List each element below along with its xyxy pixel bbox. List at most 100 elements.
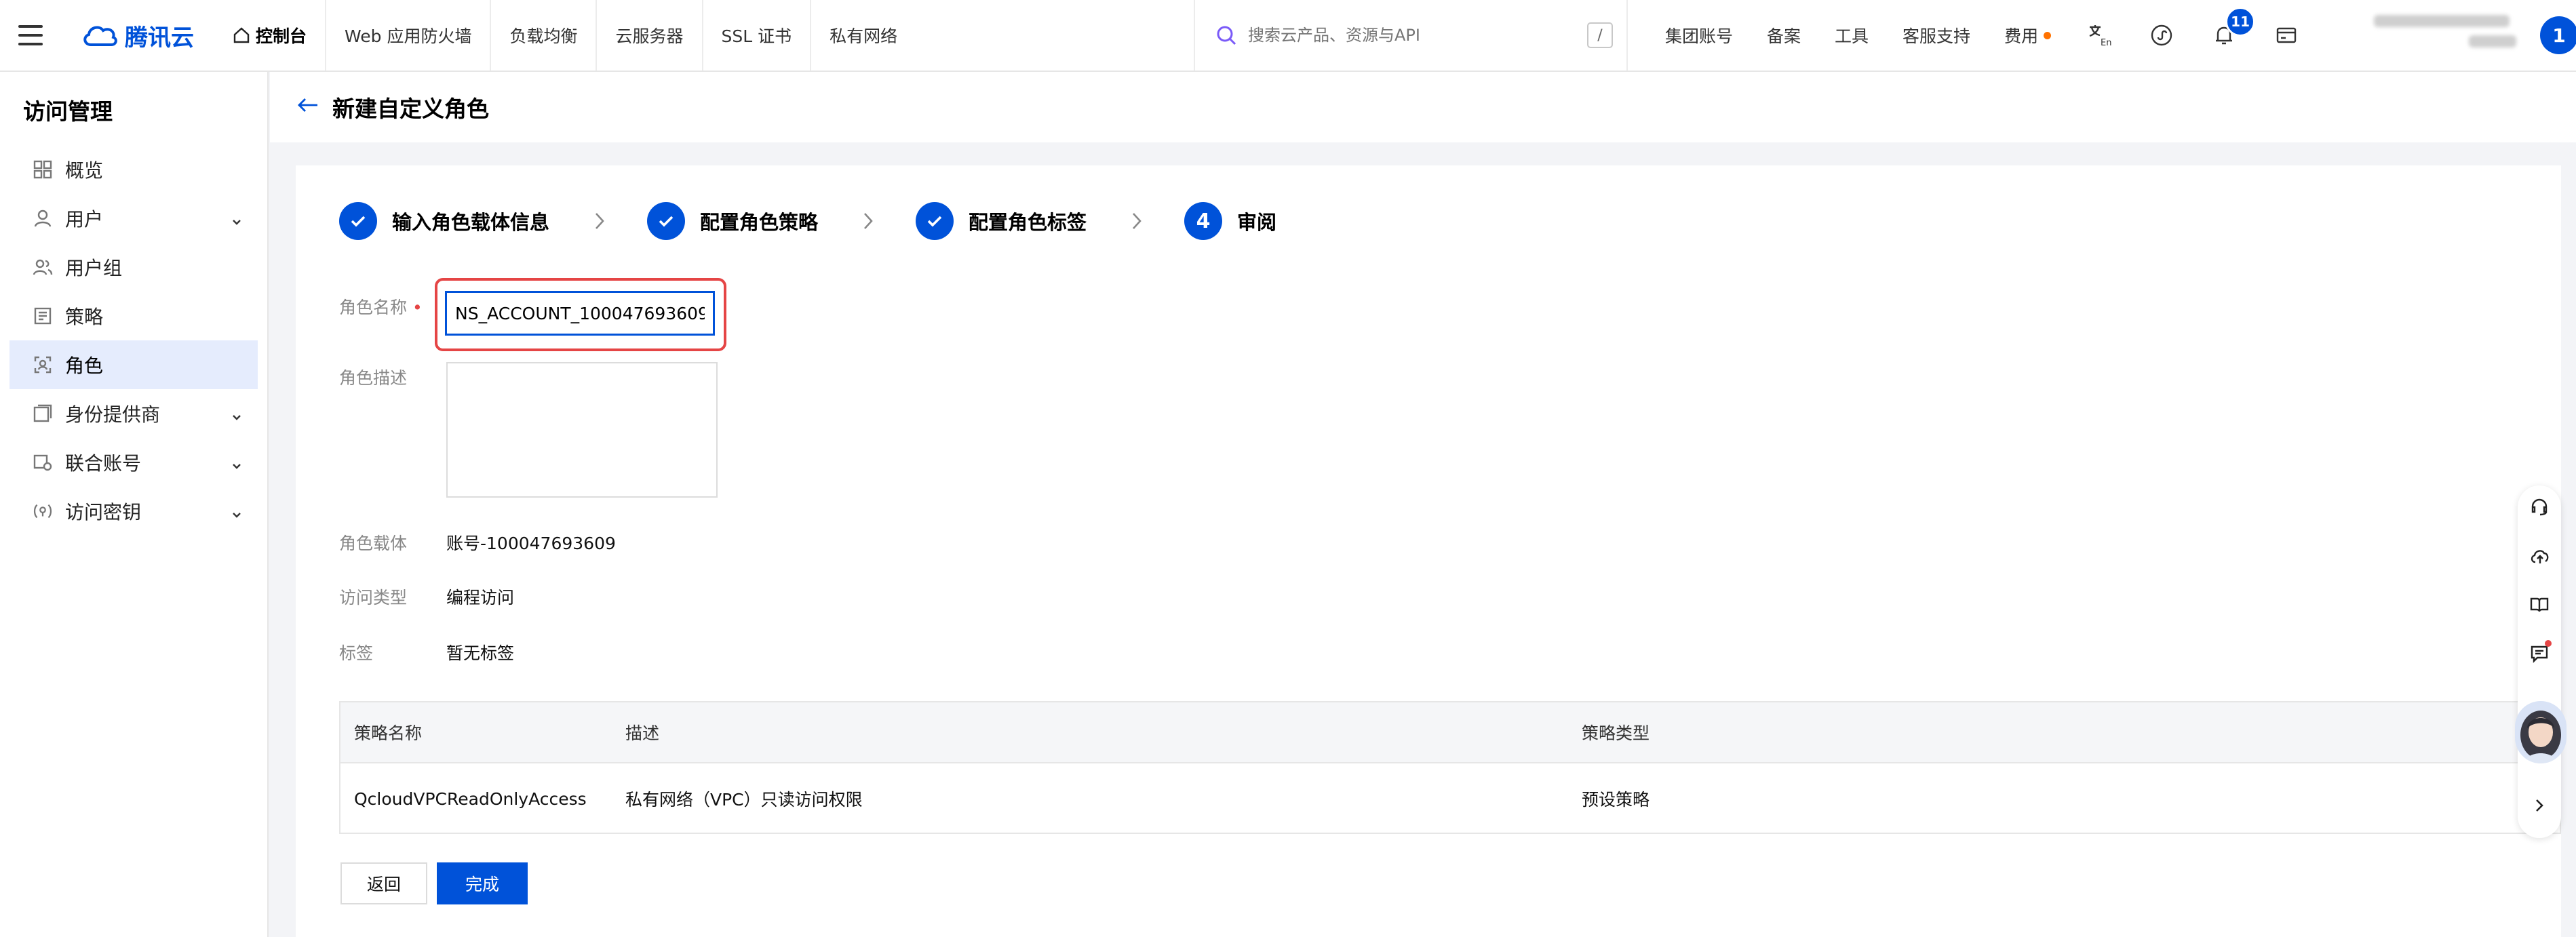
nav-cvm[interactable]: 云服务器	[597, 0, 703, 71]
brand-name: 腾讯云	[125, 24, 194, 52]
chevron-down-icon[interactable]	[231, 503, 243, 525]
chevron-down-icon[interactable]	[231, 454, 243, 477]
page-header: 新建自定义角色	[270, 72, 2576, 142]
nav-billing-label: 费用	[2004, 26, 2039, 46]
tag-label: 标签	[339, 643, 374, 663]
home-icon	[233, 27, 250, 43]
user-icon	[33, 208, 53, 228]
nav-filing[interactable]: 备案	[1767, 23, 1801, 47]
sidebar-item-policies[interactable]: 策略	[9, 292, 258, 340]
review-card: 输入角色载体信息 配置角色策略 配置角色标签 4 审阅 角色名称• 角色描述 角…	[296, 165, 2561, 937]
feedback-icon[interactable]	[2529, 640, 2552, 664]
cloud-upload-icon[interactable]	[2529, 545, 2550, 567]
overview-icon	[33, 159, 53, 180]
top-navbar: 腾讯云 控制台 Web 应用防火墙 负载均衡 云服务器 SSL 证书 私有网络 …	[0, 0, 2576, 72]
sidebar-title: 访问管理	[23, 98, 113, 125]
tag-value: 暂无标签	[446, 643, 515, 663]
stepper: 输入角色载体信息 配置角色策略 配置角色标签 4 审阅	[339, 202, 1276, 240]
cloud-logo-icon	[83, 26, 117, 46]
sidebar-item-label: 联合账号	[65, 452, 142, 475]
nav-console[interactable]: 控制台	[214, 0, 327, 71]
nav-group-account[interactable]: 集团账号	[1665, 23, 1733, 47]
chevron-down-icon[interactable]	[231, 210, 243, 233]
book-icon[interactable]	[2529, 594, 2550, 616]
assistant-avatar[interactable]	[2515, 701, 2567, 763]
step-2: 配置角色策略	[647, 202, 818, 240]
nav-load-balancer[interactable]: 负载均衡	[491, 0, 598, 71]
table-header: 策略名称 描述 策略类型	[340, 702, 2560, 763]
sidebar-item-user-groups[interactable]: 用户组	[9, 243, 258, 292]
role-name-input[interactable]	[445, 291, 715, 336]
nav-ssl[interactable]: SSL 证书	[703, 0, 812, 71]
avatar[interactable]: 1	[2540, 16, 2576, 54]
miniprogram-icon[interactable]	[2147, 20, 2177, 50]
chevron-right-icon[interactable]	[2529, 795, 2550, 816]
billing-icon[interactable]	[2271, 20, 2301, 50]
nav-billing[interactable]: 费用	[2004, 23, 2052, 47]
sidebar-item-users[interactable]: 用户	[9, 194, 258, 243]
nav-tools[interactable]: 工具	[1835, 23, 1869, 47]
svg-text:En: En	[2101, 38, 2111, 47]
sidebar-item-label: 身份提供商	[65, 403, 161, 426]
nav-console-label: 控制台	[256, 26, 307, 46]
sidebar-item-label: 用户	[65, 208, 104, 231]
role-desc-label: 角色描述	[339, 368, 408, 388]
step-number: 4	[1184, 202, 1223, 240]
check-icon	[916, 202, 954, 240]
sidebar-item-roles[interactable]: 角色	[9, 340, 258, 389]
role-name-label: 角色名称 •	[339, 298, 423, 317]
access-type-value: 编程访问	[446, 588, 515, 607]
sidebar-item-label: 用户组	[65, 257, 123, 279]
search-input[interactable]	[1248, 26, 1574, 45]
step-4: 4 审阅	[1184, 202, 1276, 240]
column-header: 策略名称	[354, 723, 423, 743]
policy-table: 策略名称 描述 策略类型 QcloudVPCReadOnlyAccess 私有网…	[339, 701, 2561, 834]
sidebar-item-label: 角色	[65, 355, 104, 377]
sidebar: 访问管理 概览 用户 用户组 策略 角色 身份提供商 联合账号 访问密钥	[0, 72, 269, 937]
language-icon[interactable]: En	[2084, 20, 2114, 50]
role-desc-textarea[interactable]	[446, 362, 718, 498]
menu-icon[interactable]	[0, 0, 61, 71]
done-button[interactable]: 完成	[437, 862, 528, 904]
feedback-dot	[2545, 640, 2552, 647]
federated-account-icon	[33, 452, 53, 473]
sidebar-item-federated-accounts[interactable]: 联合账号	[9, 438, 258, 487]
role-icon	[33, 355, 53, 375]
step-label: 审阅	[1237, 211, 1277, 234]
nav-vpc[interactable]: 私有网络	[811, 0, 916, 71]
access-key-icon	[33, 501, 53, 521]
sidebar-item-label: 策略	[65, 306, 104, 328]
chevron-right-icon	[594, 212, 605, 231]
column-header: 描述	[625, 723, 660, 743]
global-search[interactable]: /	[1194, 0, 1628, 71]
step-3: 配置角色标签	[916, 202, 1087, 240]
check-icon	[647, 202, 686, 240]
role-carrier-label: 角色载体	[339, 534, 408, 553]
notification-badge: 11	[2225, 7, 2256, 37]
account-name-blurred[interactable]	[2374, 15, 2523, 57]
search-icon	[1217, 26, 1236, 45]
chevron-down-icon[interactable]	[231, 405, 243, 428]
bell-icon[interactable]: 11	[2209, 7, 2256, 50]
back-button[interactable]: 返回	[340, 862, 427, 904]
page-title: 新建自定义角色	[332, 96, 489, 122]
sidebar-item-label: 访问密钥	[65, 501, 142, 523]
step-label: 配置角色标签	[969, 211, 1087, 234]
back-arrow-icon[interactable]	[297, 96, 319, 119]
nav-waf[interactable]: Web 应用防火墙	[326, 0, 492, 71]
check-icon	[339, 202, 377, 240]
column-header: 策略类型	[1582, 723, 1650, 743]
sidebar-item-identity-providers[interactable]: 身份提供商	[9, 389, 258, 438]
sidebar-item-access-keys[interactable]: 访问密钥	[9, 487, 258, 536]
step-label: 输入角色载体信息	[392, 211, 550, 234]
headset-icon[interactable]	[2529, 496, 2550, 518]
access-type-label: 访问类型	[339, 588, 408, 607]
nav-support[interactable]: 客服支持	[1902, 23, 1970, 47]
billing-dot	[2044, 31, 2052, 39]
sidebar-item-overview[interactable]: 概览	[9, 145, 258, 194]
identity-provider-icon	[33, 403, 53, 424]
policy-desc-cell: 私有网络（VPC）只读访问权限	[625, 790, 863, 810]
brand-logo[interactable]: 腾讯云	[81, 19, 194, 52]
policy-icon	[33, 306, 53, 326]
step-label: 配置角色策略	[700, 211, 819, 234]
